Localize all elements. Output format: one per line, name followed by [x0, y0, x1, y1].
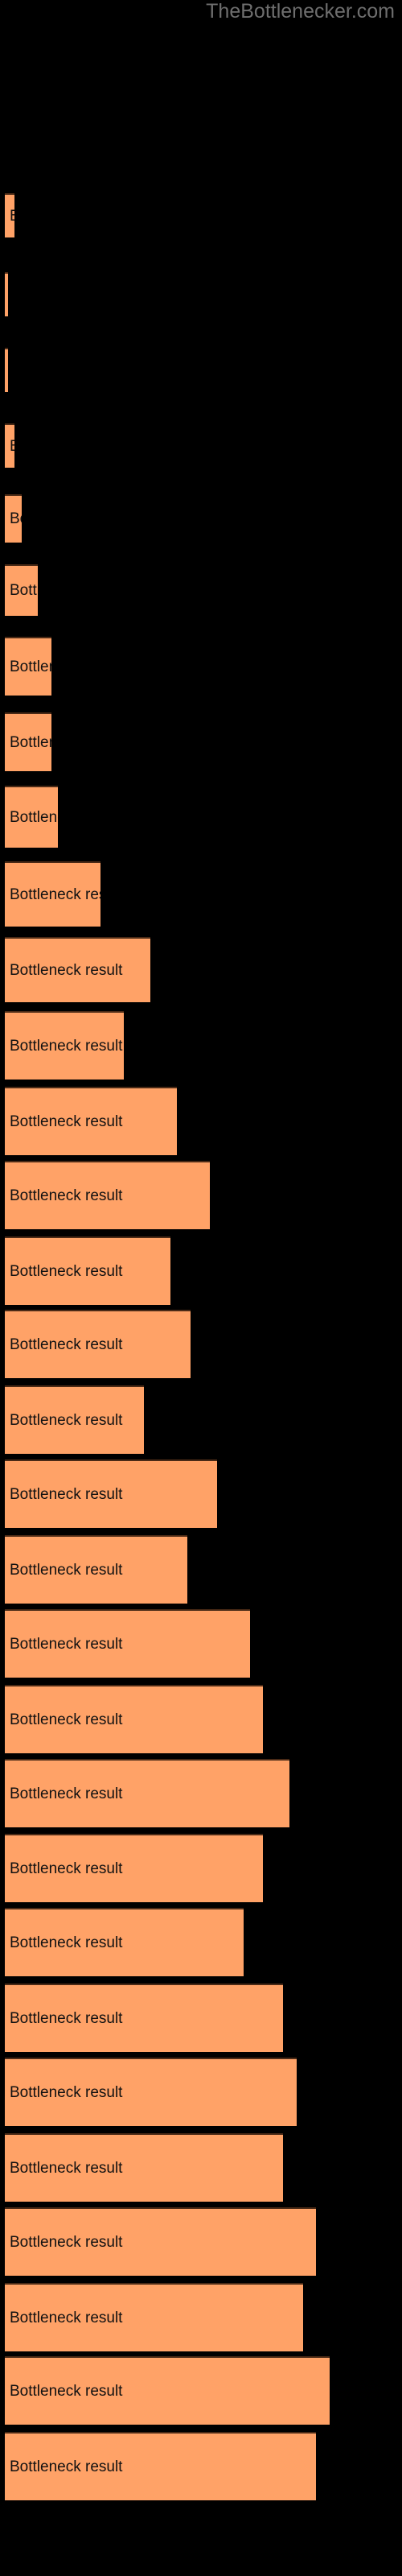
bar-row[interactable]: Bottleneck result — [5, 494, 22, 543]
bar-label: Bottleneck result — [10, 961, 123, 979]
bar[interactable]: Bottleneck result — [5, 786, 58, 848]
bar-label: Bottleneck result — [10, 1934, 123, 1951]
bar[interactable]: Bottleneck result — [5, 2432, 316, 2500]
bar-row[interactable]: Bottleneck result — [5, 1535, 187, 1604]
bar-label: Bottleneck result — [10, 1411, 123, 1429]
bar[interactable]: Bottleneck result — [5, 2207, 316, 2276]
bar-row[interactable]: Bottleneck result — [5, 1236, 170, 1305]
bar[interactable]: Bottleneck result — [5, 1011, 124, 1080]
bar-row[interactable]: Bottleneck result — [5, 786, 58, 848]
bar-row[interactable]: Bottleneck result — [5, 1011, 124, 1080]
bar-label: Bottleneck result — [10, 1635, 123, 1653]
bar[interactable]: Bottleneck result — [5, 1385, 144, 1454]
bar-label: Bottleneck result — [10, 1187, 123, 1204]
bar[interactable]: Bottleneck result — [5, 637, 51, 696]
bar-row[interactable]: Bottleneck result — [5, 2058, 297, 2126]
bar-label: Bottleneck result — [10, 808, 58, 826]
bar-row[interactable]: Bottleneck result — [5, 348, 8, 392]
bar-label: Bottleneck result — [10, 1860, 123, 1877]
bar-row[interactable]: Bottleneck result — [5, 2133, 283, 2202]
bar-label: Bottleneck result — [10, 1262, 123, 1280]
bar-label: Bottleneck result — [10, 2458, 123, 2475]
bar[interactable]: Bottleneck result — [5, 1685, 263, 1753]
bar-label: Bottleneck result — [10, 2159, 123, 2177]
bar-row[interactable]: Bottleneck result — [5, 1908, 244, 1976]
bar[interactable]: Bottleneck result — [5, 564, 38, 616]
bar-row[interactable]: Bottleneck result — [5, 1385, 144, 1454]
bar[interactable]: Bottleneck result — [5, 1609, 250, 1678]
bar[interactable]: Bottleneck result — [5, 2283, 303, 2351]
bar[interactable]: Bottleneck result — [5, 1759, 289, 1827]
bar[interactable]: Bottleneck result — [5, 2058, 297, 2126]
bar[interactable]: Bottleneck result — [5, 1161, 210, 1229]
bar[interactable]: Bottleneck result — [5, 2356, 330, 2425]
bar-label: Bottleneck result — [10, 510, 22, 527]
bar-label: Bottleneck result — [10, 2309, 123, 2326]
bar[interactable]: Bottleneck result — [5, 1984, 283, 2052]
bar[interactable]: Bottleneck result — [5, 348, 8, 392]
bar-row[interactable]: Bottleneck result — [5, 193, 14, 237]
bar-row[interactable]: Bottleneck result — [5, 2207, 316, 2276]
bar[interactable]: Bottleneck result — [5, 272, 8, 316]
bar-row[interactable]: Bottleneck result — [5, 2432, 316, 2500]
bar[interactable]: Bottleneck result — [5, 861, 100, 927]
bar-row[interactable]: Bottleneck result — [5, 2356, 330, 2425]
bar-row[interactable]: Bottleneck result — [5, 1834, 263, 1902]
bar[interactable]: Bottleneck result — [5, 937, 150, 1002]
bar-row[interactable]: Bottleneck result — [5, 861, 100, 927]
bar-label: Bottleneck result — [10, 1037, 123, 1055]
bar[interactable]: Bottleneck result — [5, 2133, 283, 2202]
bar[interactable]: Bottleneck result — [5, 1236, 170, 1305]
bar[interactable]: Bottleneck result — [5, 1310, 191, 1378]
bar-row[interactable]: Bottleneck result — [5, 937, 150, 1002]
bar-label: Bottleneck result — [10, 2382, 123, 2400]
bar[interactable]: Bottleneck result — [5, 1087, 177, 1155]
bar-row[interactable]: Bottleneck result — [5, 712, 51, 771]
bar-row[interactable]: Bottleneck result — [5, 2283, 303, 2351]
bar[interactable]: Bottleneck result — [5, 193, 14, 237]
bar-label: Bottleneck result — [10, 438, 14, 456]
bar-row[interactable]: Bottleneck result — [5, 1685, 263, 1753]
bar-row[interactable]: Bottleneck result — [5, 272, 8, 316]
bar-row[interactable]: Bottleneck result — [5, 1087, 177, 1155]
bar-row[interactable]: Bottleneck result — [5, 637, 51, 696]
bar-row[interactable]: Bottleneck result — [5, 1310, 191, 1378]
bar[interactable]: Bottleneck result — [5, 1834, 263, 1902]
bar-row[interactable]: Bottleneck result — [5, 1459, 217, 1528]
bar[interactable]: Bottleneck result — [5, 1908, 244, 1976]
site-watermark: TheBottlenecker.com — [206, 0, 395, 23]
bar[interactable]: Bottleneck result — [5, 1459, 217, 1528]
bar[interactable]: Bottleneck result — [5, 423, 14, 468]
bar-label: Bottleneck result — [10, 2009, 123, 2027]
bar-row[interactable]: Bottleneck result — [5, 423, 14, 468]
bottleneck-bar-chart: Bottleneck result Bottleneck result Bottle… — [0, 0, 402, 2576]
bar[interactable]: Bottleneck result — [5, 1535, 187, 1604]
bar[interactable]: Bottleneck result — [5, 494, 22, 543]
bar-label: Bottleneck result — [10, 1785, 123, 1802]
bar-label: Bottleneck result — [10, 208, 14, 225]
bar-row[interactable]: Bottleneck result — [5, 1609, 250, 1678]
bar-label: Bottleneck result — [10, 733, 51, 751]
bar-label: Bottleneck result — [10, 658, 51, 675]
bar-label: Bottleneck result — [10, 1485, 123, 1503]
bar-label: Bottleneck result — [10, 1113, 123, 1130]
bar-label: Bottleneck result — [10, 1711, 123, 1728]
bar[interactable]: Bottleneck result — [5, 712, 51, 771]
bar-row[interactable]: Bottleneck result — [5, 1984, 283, 2052]
bar-row[interactable]: Bottleneck result — [5, 1759, 289, 1827]
bar-row[interactable]: Bottleneck result — [5, 1161, 210, 1229]
bar-label: Bottleneck result — [10, 2233, 123, 2251]
bar-label: Bottleneck result — [10, 886, 100, 903]
bar-label: Bottleneck result — [10, 1561, 123, 1579]
bar-label: Bottleneck result — [10, 582, 38, 599]
bar-label: Bottleneck result — [10, 1335, 123, 1353]
bar-label: Bottleneck result — [10, 2083, 123, 2101]
bar-row[interactable]: Bottleneck result — [5, 564, 38, 616]
